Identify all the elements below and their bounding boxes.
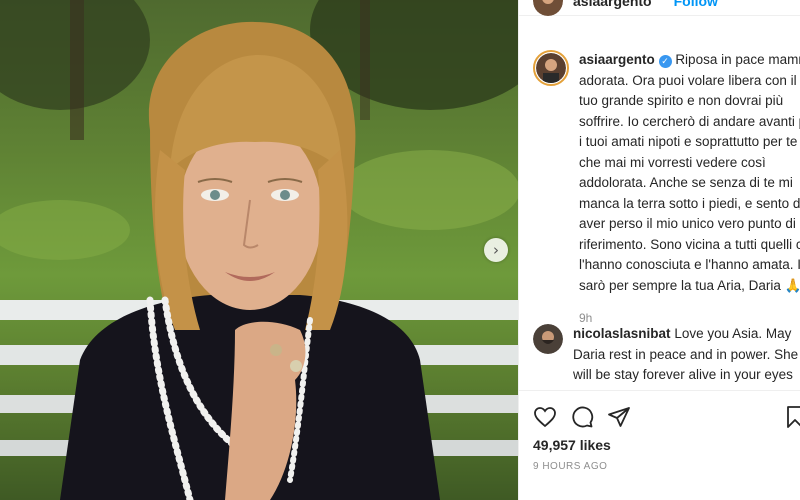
- carousel-next-icon[interactable]: ›: [484, 238, 508, 262]
- caption-avatar[interactable]: [533, 50, 569, 86]
- header-username[interactable]: asiaargento: [573, 0, 652, 9]
- portrait-image: [0, 0, 518, 500]
- caption-username[interactable]: asiaargento: [579, 52, 655, 67]
- action-bar: 49,957 likes 9 HOURS AGO: [519, 390, 800, 500]
- comment-username[interactable]: nicolaslasnibat: [573, 326, 671, 341]
- heart-icon[interactable]: [533, 405, 557, 429]
- post-header: asiaargento Follow: [519, 0, 800, 16]
- share-icon[interactable]: [607, 405, 631, 429]
- posted-time[interactable]: 9 HOURS AGO: [533, 461, 607, 472]
- follow-button[interactable]: Follow: [674, 0, 718, 9]
- bookmark-icon[interactable]: [785, 405, 800, 429]
- comment-icon[interactable]: [570, 405, 594, 429]
- caption: asiaargento ✓ Riposa in pace mamma adora…: [533, 50, 800, 329]
- avatar[interactable]: [533, 0, 563, 16]
- post-photo[interactable]: ›: [0, 0, 518, 500]
- post-sidebar: asiaargento Follow asiaargento ✓ Riposa …: [518, 0, 800, 500]
- likes-count[interactable]: 49,957 likes: [533, 437, 611, 453]
- caption-body: Riposa in pace mamma adorata. Ora puoi v…: [579, 52, 800, 293]
- verified-icon: ✓: [658, 55, 672, 68]
- comment-avatar[interactable]: [533, 324, 563, 354]
